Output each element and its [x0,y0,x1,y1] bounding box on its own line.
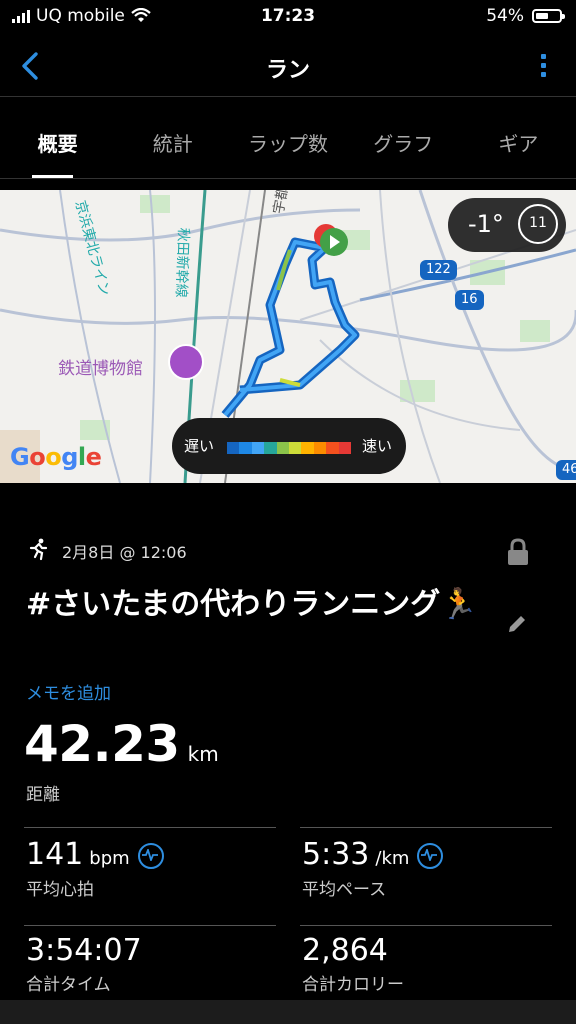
pace-color-swatch [326,442,339,454]
battery-icon [532,9,565,23]
pace-color-scale [227,442,352,454]
stat-unit: /km [375,848,410,869]
bottom-bar [0,1000,576,1024]
activity-title: #さいたまの代わりランニング🏃 [26,587,478,622]
edit-pencil-icon[interactable] [506,613,528,635]
pace-color-swatch [239,442,252,454]
road-shield-16: 16 [455,290,484,310]
stat-avg-pace: 5:33/km 平均ペース [302,837,444,900]
legend-fast: 速い [361,437,392,455]
pace-color-swatch [338,442,352,454]
pace-color-swatch [227,442,240,454]
running-icon [29,538,48,561]
stat-label: 平均心拍 [26,879,94,900]
status-bar: UQ mobile 17:23 54% [0,0,576,34]
stat-avg-heart-rate: 141 bpm 平均心拍 [26,837,164,900]
distance-label: 距離 [26,785,60,805]
activity-summary: 2月8日 @ 12:06 #さいたまの代わりランニング🏃 メモを追加 42.23… [0,483,576,1000]
road-shield-46: 46 [556,460,576,480]
pace-color-swatch [313,442,327,454]
stat-value: 2,864 [302,933,388,968]
more-options-icon[interactable] [536,50,550,84]
divider [24,827,276,828]
lock-icon[interactable] [505,537,531,567]
google-logo: Google [10,443,102,471]
map-label-akita: 秋田新幹線 [172,227,192,298]
stat-label: 平均ペース [302,879,387,900]
legend-slow: 遅い [184,437,215,455]
stat-total-calories: 2,864 合計カロリー [302,933,404,995]
activity-date: 2月8日 @ 12:06 [62,543,187,562]
heart-rate-icon[interactable] [137,842,164,869]
status-right: 54% [486,6,565,26]
route-map[interactable]: 京浜東北ライン 秋田新幹線 宇都宮線 122 16 46 鉄道博物館 -1° 1… [0,190,576,483]
wind-dial-icon: 11 [518,204,558,244]
stat-label: 合計カロリー [302,975,404,995]
stat-total-time: 3:54:07 合計タイム [26,933,142,995]
pace-color-swatch [289,442,302,454]
divider [300,925,552,926]
pace-color-swatch [276,442,290,454]
poi-railway-museum[interactable]: 鉄道博物館 [58,354,143,379]
pace-legend: 遅い 速い [172,418,406,474]
distance-number: 42.23 [24,715,180,773]
distance-unit: km [187,742,219,766]
stat-value: 5:33 [302,837,370,872]
tab-laps[interactable]: ラップ数 [230,100,345,178]
tab-bar: 概要 統計 ラップ数 グラフ ギア [0,100,576,179]
page-title: ラン [265,58,310,83]
tab-gear[interactable]: ギア [461,100,576,178]
road-shield-122: 122 [420,260,457,280]
museum-icon[interactable] [168,344,204,380]
temperature: -1° [468,210,504,238]
tab-overview[interactable]: 概要 [0,100,115,178]
stat-value: 141 [26,837,84,872]
tab-stats[interactable]: 統計 [115,100,230,178]
tab-graph[interactable]: グラフ [346,100,461,178]
divider [300,827,552,828]
stat-value: 3:54:07 [26,933,142,968]
add-memo-link[interactable]: メモを追加 [26,679,111,704]
pace-color-swatch [251,442,265,454]
distance-value: 42.23 km [24,715,219,773]
wind-number: 11 [529,215,547,231]
stat-unit: bpm [89,848,130,869]
divider [24,925,276,926]
stat-label: 合計タイム [26,975,111,995]
nav-bar: ラン [0,36,576,97]
pace-chart-icon[interactable] [417,842,444,869]
weather-badge: -1° 11 [448,198,566,252]
pace-color-swatch [301,442,314,454]
pace-color-swatch [264,442,277,454]
battery-percent: 54% [486,6,524,26]
